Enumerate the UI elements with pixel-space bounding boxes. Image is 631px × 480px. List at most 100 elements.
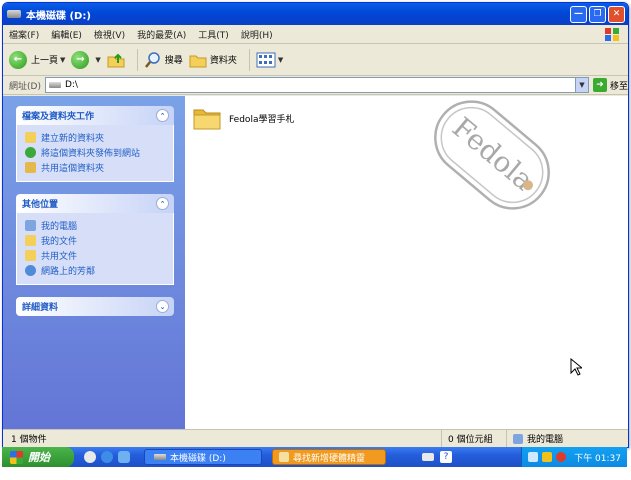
- network-tray-icon[interactable]: [528, 452, 539, 462]
- details-header[interactable]: 詳細資料 ⌄: [16, 297, 174, 316]
- menu-tools[interactable]: 工具(T): [198, 28, 229, 41]
- file-tasks-header[interactable]: 檔案及資料夾工作 ⌃: [16, 106, 174, 125]
- taskbar-item-explorer[interactable]: 本機磁碟 (D:): [144, 449, 262, 465]
- minimize-button[interactable]: —: [570, 5, 587, 23]
- window-title: 本機磁碟 (D:): [26, 10, 91, 22]
- mouse-cursor-icon: [570, 358, 582, 376]
- expand-chevron-icon[interactable]: ⌄: [156, 300, 169, 313]
- shared-folder-icon: [25, 162, 36, 173]
- messenger-icon[interactable]: [118, 451, 130, 463]
- other-places-body: 我的電腦 我的文件 共用文件 網路上的芳鄰: [16, 213, 174, 285]
- help-icon[interactable]: ?: [440, 451, 452, 463]
- other-places-header[interactable]: 其他位置 ⌃: [16, 194, 174, 213]
- clock[interactable]: 下午 01:37: [574, 451, 621, 464]
- keyboard-icon[interactable]: [422, 453, 434, 461]
- place-my-documents[interactable]: 我的文件: [25, 233, 167, 248]
- collapse-chevron-icon[interactable]: ⌃: [156, 197, 169, 210]
- close-button[interactable]: ✕: [608, 5, 625, 23]
- computer-icon: [513, 433, 523, 444]
- back-arrow-icon: ←: [9, 50, 27, 69]
- wizard-icon: [279, 452, 289, 462]
- file-tasks-body: 建立新的資料夾 將這個資料夾發佈到網站 共用這個資料夾: [16, 125, 174, 182]
- network-icon: [25, 265, 36, 276]
- computer-icon: [25, 220, 36, 231]
- security-tray-icon[interactable]: [556, 452, 567, 462]
- start-label: 開始: [28, 451, 50, 464]
- title-bar[interactable]: 本機磁碟 (D:) — ❐ ✕: [3, 3, 628, 25]
- taskbar-item-hardware-wizard[interactable]: 尋找新增硬體精靈: [272, 449, 386, 465]
- file-tasks-title: 檔案及資料夾工作: [22, 112, 95, 122]
- other-places-panel: 其他位置 ⌃ 我的電腦 我的文件 共用文件 網路上的芳鄰: [16, 194, 174, 285]
- task-label: 將這個資料夾發佈到網站: [41, 149, 141, 159]
- collapse-chevron-icon[interactable]: ⌃: [156, 109, 169, 122]
- volume-tray-icon[interactable]: [542, 452, 553, 462]
- up-folder-icon: [107, 53, 125, 67]
- task-new-folder[interactable]: 建立新的資料夾: [25, 130, 167, 145]
- other-places-title: 其他位置: [22, 200, 59, 210]
- file-list[interactable]: Fedola學習手札: [185, 96, 628, 430]
- forward-button[interactable]: → ▼: [71, 50, 101, 69]
- status-location-label: 我的電腦: [527, 435, 564, 445]
- place-shared-documents[interactable]: 共用文件: [25, 248, 167, 263]
- back-label: 上一頁: [31, 56, 59, 66]
- shared-documents-icon: [25, 250, 36, 261]
- media-player-icon[interactable]: [84, 451, 96, 463]
- folder-item[interactable]: Fedola學習手札: [193, 106, 294, 130]
- drive-icon: [48, 82, 61, 88]
- maximize-button[interactable]: ❐: [589, 5, 606, 23]
- taskbar: 開始 本機磁碟 (D:) 尋找新增硬體精靈 ? 下午 01:37: [2, 447, 627, 467]
- taskbar-item-label: 尋找新增硬體精靈: [293, 453, 366, 464]
- drive-icon: [154, 454, 166, 460]
- menu-favorites[interactable]: 我的最愛(A): [137, 28, 186, 41]
- address-input[interactable]: D:\ ▼: [44, 77, 589, 93]
- views-button[interactable]: ▼: [256, 51, 283, 69]
- ie-icon[interactable]: [101, 451, 113, 463]
- chevron-down-icon[interactable]: ▼: [278, 56, 283, 64]
- forward-arrow-icon: →: [71, 50, 90, 69]
- chevron-down-icon[interactable]: ▼: [95, 56, 100, 64]
- task-pane: 檔案及資料夾工作 ⌃ 建立新的資料夾 將這個資料夾發佈到網站 共用這個資料夾 其…: [3, 96, 185, 430]
- address-value: D:\: [64, 80, 78, 90]
- new-folder-icon: [25, 132, 36, 143]
- search-label: 搜尋: [164, 56, 183, 66]
- task-share-folder[interactable]: 共用這個資料夾: [25, 160, 167, 175]
- explorer-window: 本機磁碟 (D:) — ❐ ✕ 檔案(F) 編輯(E) 檢視(V) 我的最愛(A…: [2, 2, 629, 448]
- back-button[interactable]: ← 上一頁 ▼: [9, 50, 65, 69]
- toolbar: ← 上一頁 ▼ → ▼ 搜尋 資料夾 ▼: [3, 44, 628, 76]
- go-label: 移至: [609, 81, 628, 92]
- up-folder-button[interactable]: [107, 51, 125, 69]
- quick-launch: [84, 451, 130, 463]
- menu-view[interactable]: 檢視(V): [94, 28, 125, 41]
- globe-icon: [25, 147, 36, 158]
- content-area: 檔案及資料夾工作 ⌃ 建立新的資料夾 將這個資料夾發佈到網站 共用這個資料夾 其…: [3, 96, 628, 430]
- views-icon: [256, 52, 276, 67]
- menu-file[interactable]: 檔案(F): [9, 28, 39, 41]
- task-publish-web[interactable]: 將這個資料夾發佈到網站: [25, 145, 167, 160]
- taskbar-item-label: 本機磁碟 (D:): [170, 453, 226, 464]
- folders-button[interactable]: 資料夾: [189, 51, 237, 69]
- folders-icon: [189, 55, 207, 67]
- folder-icon: [193, 109, 221, 130]
- status-count: 1 個物件: [3, 430, 442, 447]
- details-title: 詳細資料: [22, 303, 59, 313]
- go-arrow-icon: ➜: [592, 78, 607, 92]
- drive-icon: [7, 10, 21, 18]
- system-tray: 下午 01:37: [521, 447, 627, 467]
- windows-logo-icon: [605, 28, 619, 41]
- place-my-computer[interactable]: 我的電腦: [25, 218, 167, 233]
- file-tasks-panel: 檔案及資料夾工作 ⌃ 建立新的資料夾 將這個資料夾發佈到網站 共用這個資料夾: [16, 106, 174, 182]
- search-button[interactable]: 搜尋: [144, 51, 183, 69]
- status-size: 0 個位元組: [442, 430, 507, 447]
- menu-edit[interactable]: 編輯(E): [51, 28, 82, 41]
- place-label: 我的電腦: [41, 222, 78, 232]
- address-bar: 網址(D) D:\ ▼ ➜ 移至: [3, 76, 628, 95]
- chevron-down-icon[interactable]: ▼: [60, 56, 65, 64]
- chevron-down-icon[interactable]: ▼: [574, 78, 588, 92]
- status-location: 我的電腦: [507, 432, 563, 445]
- place-network[interactable]: 網路上的芳鄰: [25, 263, 167, 278]
- start-button[interactable]: 開始: [2, 447, 74, 467]
- details-panel: 詳細資料 ⌄: [16, 297, 174, 316]
- go-button[interactable]: ➜ 移至: [592, 78, 628, 92]
- place-label: 網路上的芳鄰: [41, 267, 96, 277]
- menu-help[interactable]: 說明(H): [241, 28, 273, 41]
